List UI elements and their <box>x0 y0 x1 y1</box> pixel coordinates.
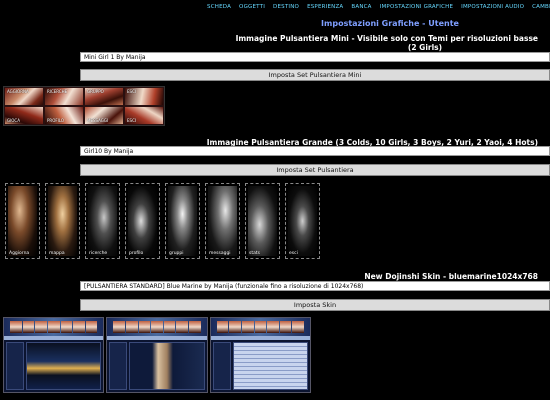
mini-preview-label: esci <box>127 89 137 94</box>
set-mini-toolbar-button[interactable]: Imposta Set Pulsantiera Mini <box>80 69 550 81</box>
mini-preview-label: gioca <box>7 118 20 123</box>
skin-preview-header <box>107 318 207 336</box>
nav-oggetti[interactable]: oggetti <box>235 2 269 12</box>
skin-heading: New Dojinshi Skin - bluemarine1024x768 <box>364 272 538 281</box>
top-navigation: scheda oggetti destino esperienza banca … <box>203 2 550 12</box>
large-preview-label: gruppi <box>169 251 184 256</box>
skin-preview-nav <box>107 336 207 340</box>
mini-preview-cell: aggiorna <box>4 87 44 106</box>
skin-preview[interactable] <box>3 317 105 393</box>
skin-preview-sidebar <box>6 342 24 390</box>
large-preview-label: esci <box>289 251 298 256</box>
skin-preview-sidebar <box>212 342 231 390</box>
nav-impostazioni-grafiche[interactable]: impostazioni grafiche <box>376 2 457 12</box>
large-preview-cell: Aggiorna <box>5 183 40 259</box>
skin-select[interactable]: [PULSANTIERA STANDARD] Blue Marine by Ma… <box>80 281 550 291</box>
mini-toolbar-preview: aggiorna ricerche gruppo esci gioca prof… <box>3 86 165 126</box>
skin-preview-nav <box>4 336 104 340</box>
skin-preview[interactable] <box>106 317 208 393</box>
mini-preview-label: profilo <box>47 118 65 123</box>
large-preview-label: profilo <box>129 251 144 256</box>
mini-preview-cell: profilo <box>44 106 84 125</box>
skin-preview-sidebar <box>109 342 128 390</box>
mini-preview-cell: esci <box>124 87 164 106</box>
skin-preview-content <box>232 342 308 390</box>
mini-preview-label: esci <box>127 118 137 123</box>
nav-cambia-prof[interactable]: cambia prof <box>528 2 550 12</box>
large-preview-label: Aggiorna <box>9 251 30 256</box>
large-preview-label: ricerche <box>89 251 108 256</box>
nav-esperienza[interactable]: esperienza <box>303 2 347 12</box>
mini-preview-cell: messaggi <box>84 106 124 125</box>
large-preview-label: stats <box>249 251 260 256</box>
skin-preview-header <box>210 318 310 336</box>
mini-preview-cell: esci <box>124 106 164 125</box>
skin-preview-content <box>129 342 205 390</box>
mini-toolbar-heading-sub: (2 Girls) <box>407 43 443 52</box>
large-preview-cell: esci <box>285 183 320 259</box>
skin-preview-header <box>4 318 104 336</box>
large-preview-cell: mappa <box>45 183 80 259</box>
skin-preview-nav <box>210 336 310 340</box>
mini-preview-label: messaggi <box>87 118 109 123</box>
large-preview-cell: gruppi <box>165 183 200 259</box>
set-skin-button[interactable]: Imposta Skin <box>80 299 550 311</box>
mini-toolbar-heading: Immagine Pulsantiera Mini - Visibile sol… <box>235 34 538 43</box>
nav-scheda[interactable]: scheda <box>203 2 235 12</box>
mini-preview-label: gruppo <box>87 89 104 94</box>
nav-banca[interactable]: banca <box>347 2 375 12</box>
large-preview-cell: ricerche <box>85 183 120 259</box>
set-large-toolbar-button[interactable]: Imposta Set Pulsantiera <box>80 164 550 176</box>
large-preview-label: messaggi <box>209 251 231 256</box>
skin-preview[interactable] <box>209 317 311 393</box>
page-title: Impostazioni Grafiche - Utente <box>321 19 459 28</box>
mini-preview-cell: ricerche <box>44 87 84 106</box>
skin-preview-gallery <box>3 317 311 393</box>
large-toolbar-preview: Aggiorna mappa ricerche profilo gruppi m… <box>5 183 323 259</box>
nav-destino[interactable]: destino <box>269 2 303 12</box>
skin-preview-content <box>26 342 102 390</box>
large-preview-cell: stats <box>245 183 280 259</box>
large-preview-cell: messaggi <box>205 183 240 259</box>
nav-impostazioni-audio[interactable]: impostazioni audio <box>457 2 528 12</box>
mini-preview-label: ricerche <box>47 89 68 94</box>
mini-preview-label: aggiorna <box>7 89 29 94</box>
mini-preview-cell: gruppo <box>84 87 124 106</box>
large-toolbar-select[interactable]: Girl10 By Manija <box>80 146 550 156</box>
mini-toolbar-select[interactable]: Mini Girl 1 By Manija <box>80 52 550 62</box>
large-preview-cell: profilo <box>125 183 160 259</box>
large-preview-label: mappa <box>49 251 65 256</box>
mini-preview-cell: gioca <box>4 106 44 125</box>
